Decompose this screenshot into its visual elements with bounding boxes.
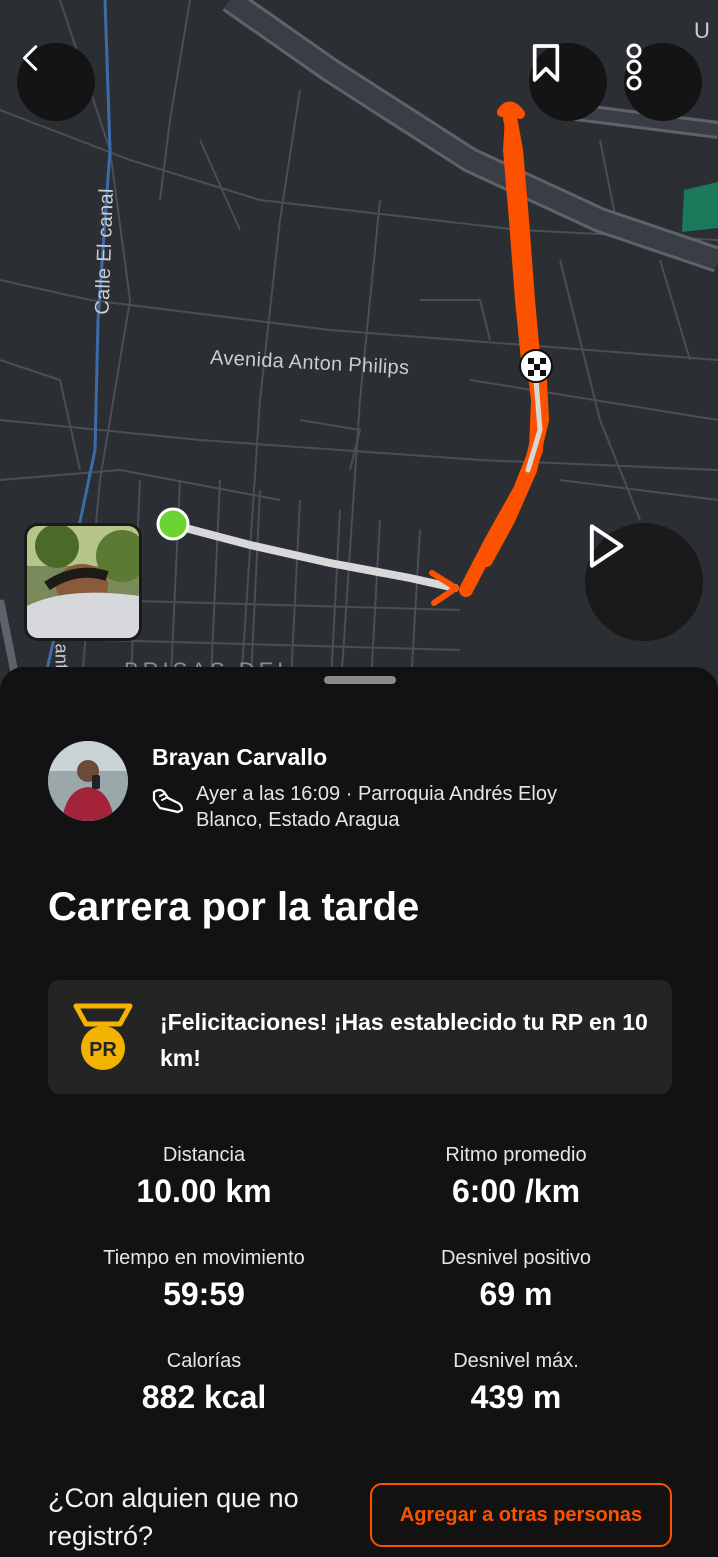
more-vertical-icon — [626, 43, 642, 91]
street-label-calle-el-canal: Calle El canal — [91, 187, 118, 316]
stat-calories: Calorías 882 kcal — [44, 1350, 364, 1416]
stat-label: Desnivel máx. — [453, 1350, 579, 1372]
activity-photo-thumbnail[interactable] — [24, 523, 142, 641]
stat-label: Distancia — [162, 1144, 246, 1166]
pr-badge-text: PR — [89, 1039, 117, 1061]
photo-image — [27, 526, 139, 638]
finish-marker — [519, 349, 553, 383]
stat-value: 59:59 — [163, 1276, 245, 1312]
stat-value: 10.00 km — [136, 1173, 272, 1209]
stat-max-elevation: Desnivel máx. 439 m — [356, 1350, 676, 1416]
pr-message: ¡Felicitaciones! ¡Has establecido tu RP … — [160, 1009, 648, 1071]
stat-label: Tiempo en movimiento — [103, 1247, 305, 1269]
pr-achievement-card[interactable]: PR ¡Felicitaciones! ¡Has establecido tu … — [48, 980, 672, 1094]
play-icon — [589, 524, 624, 568]
activity-meta: Ayer a las 16:09 · Parroquia Andrés Eloy… — [196, 783, 557, 831]
avatar-image — [48, 741, 128, 821]
route-map[interactable]: Calle El canal Avenida Anton Philips U a… — [0, 0, 718, 700]
stat-value: 6:00 /km — [451, 1173, 581, 1209]
stat-label: Desnivel positivo — [440, 1247, 592, 1269]
bookmark-button[interactable] — [529, 43, 607, 121]
bookmark-icon — [532, 44, 560, 82]
activity-details-sheet: Brayan Carvallo Ayer a las 16:09 · Parro… — [0, 667, 718, 1557]
play-flyover-button[interactable] — [585, 523, 703, 641]
running-shoe-icon — [152, 788, 184, 814]
chevron-left-icon — [23, 45, 38, 71]
start-marker — [156, 507, 190, 541]
stat-value: 882 kcal — [141, 1379, 267, 1415]
street-label-corner: U — [694, 18, 711, 43]
sheet-drag-handle[interactable] — [324, 676, 396, 684]
stat-value: 439 m — [470, 1379, 562, 1415]
stat-avg-pace: Ritmo promedio 6:00 /km — [356, 1144, 676, 1210]
activity-title: Carrera por la tarde — [48, 885, 420, 929]
pr-medal-icon: PR — [73, 1003, 133, 1070]
stat-label: Ritmo promedio — [445, 1144, 587, 1166]
add-others-prompt: ¿Con alquien que no registró? — [48, 1483, 299, 1551]
stat-moving-time: Tiempo en movimiento 59:59 — [44, 1247, 364, 1313]
stat-elevation-gain: Desnivel positivo 69 m — [356, 1247, 676, 1313]
athlete-avatar[interactable] — [48, 741, 128, 821]
more-options-button[interactable] — [624, 43, 702, 121]
back-button[interactable] — [17, 43, 95, 121]
stat-distance: Distancia 10.00 km — [44, 1144, 364, 1210]
stat-label: Calorías — [166, 1350, 242, 1372]
add-other-people-button[interactable]: Agregar a otras personas — [370, 1483, 672, 1547]
athlete-name[interactable]: Brayan Carvallo — [152, 744, 327, 771]
stat-value: 69 m — [479, 1276, 553, 1312]
street-label-side-fragment: ant — [51, 643, 72, 670]
